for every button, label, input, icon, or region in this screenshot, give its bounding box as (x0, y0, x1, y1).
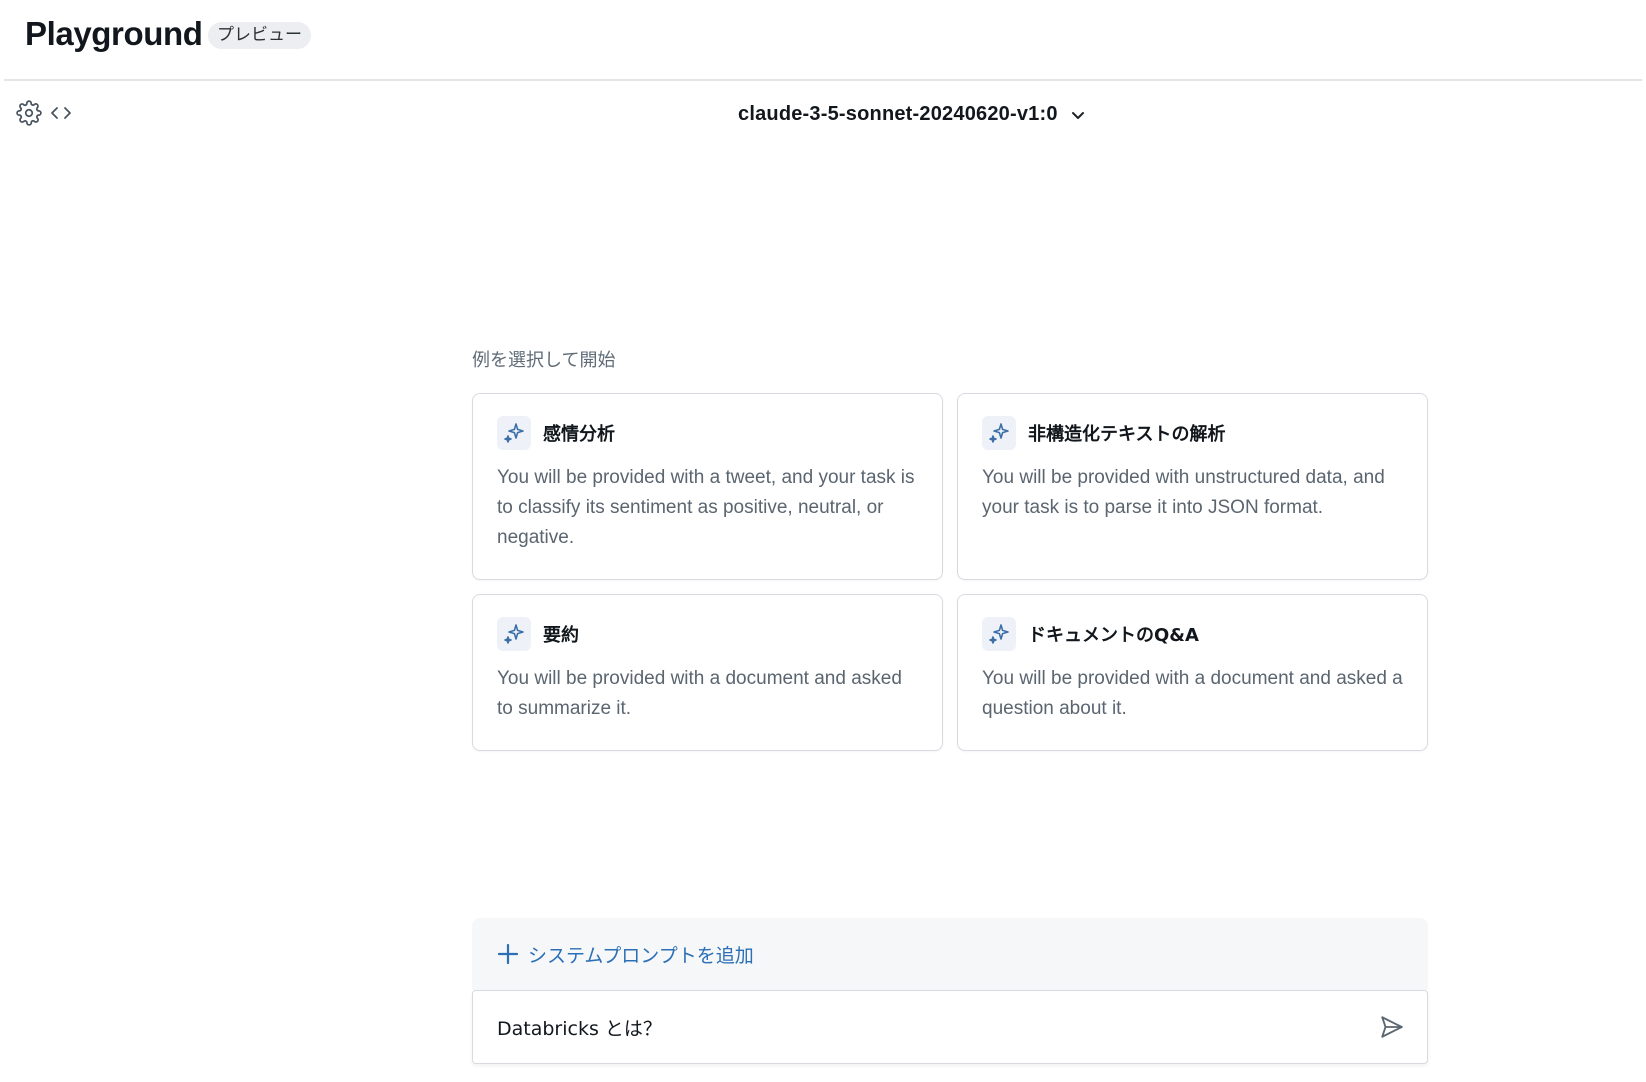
card-description: You will be provided with a document and… (497, 668, 902, 719)
send-button[interactable] (1379, 1014, 1405, 1040)
sparkle-icon (982, 416, 1016, 450)
card-description: You will be provided with unstructured d… (982, 467, 1385, 518)
card-title: ドキュメントのQ&A (1028, 625, 1199, 646)
chevron-down-icon (1071, 111, 1084, 119)
chat-input-box (472, 990, 1428, 1064)
example-card-sentiment[interactable]: 感情分析 You will be provided with a tweet, … (472, 393, 943, 580)
plus-icon (497, 943, 519, 965)
send-icon (1381, 1016, 1403, 1038)
model-name: claude-3-5-sonnet-20240620-v1:0 (738, 103, 1058, 125)
code-brackets-icon (51, 107, 71, 119)
preview-badge: プレビュー (208, 22, 311, 49)
system-prompt-label: システムプロンプトを追加 (528, 944, 754, 967)
card-description: You will be provided with a document and… (982, 668, 1403, 719)
code-view-button[interactable] (48, 103, 74, 123)
examples-label: 例を選択して開始 (472, 350, 616, 371)
page-title: Playground (25, 15, 203, 52)
example-card-document-qa[interactable]: ドキュメントのQ&A You will be provided with a d… (957, 594, 1428, 751)
chat-input[interactable] (497, 1016, 1379, 1038)
card-description: You will be provided with a tweet, and y… (497, 467, 915, 548)
example-cards: 感情分析 You will be provided with a tweet, … (472, 393, 1428, 751)
page-header: Playground プレビュー (4, 0, 1642, 81)
settings-button[interactable] (16, 100, 42, 126)
sparkle-icon (497, 617, 531, 651)
toolbar-left (16, 100, 74, 126)
sparkle-icon (497, 416, 531, 450)
gear-icon (16, 100, 42, 126)
example-card-parse-unstructured[interactable]: 非構造化テキストの解析 You will be provided with un… (957, 393, 1428, 580)
add-system-prompt-button[interactable]: システムプロンプトを追加 (472, 918, 1428, 990)
card-title: 要約 (543, 625, 579, 646)
card-title: 非構造化テキストの解析 (1028, 424, 1226, 445)
card-title: 感情分析 (543, 424, 615, 445)
model-selector[interactable]: claude-3-5-sonnet-20240620-v1:0 (738, 103, 1086, 126)
example-card-summarize[interactable]: 要約 You will be provided with a document … (472, 594, 943, 751)
sparkle-icon (982, 617, 1016, 651)
